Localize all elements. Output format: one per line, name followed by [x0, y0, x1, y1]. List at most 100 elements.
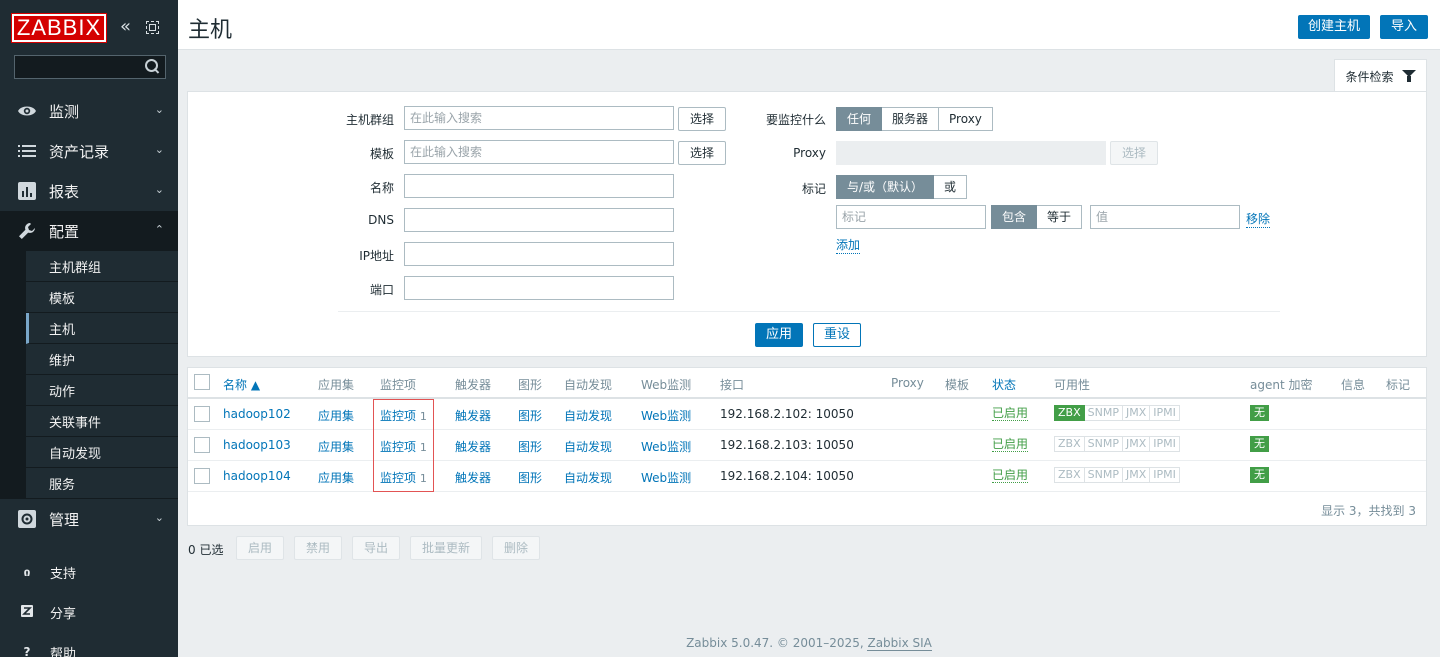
column-info: 信息	[1341, 378, 1366, 392]
submenu-item-services[interactable]: 服务	[26, 468, 178, 499]
column-templates: 模板	[945, 378, 970, 392]
tags-mode-or[interactable]: 或	[934, 175, 968, 199]
menu-item-support[interactable]: ი 支持	[0, 552, 178, 592]
web-link[interactable]: Web监测	[641, 407, 691, 424]
host-name-link[interactable]: hadoop102	[223, 407, 291, 421]
column-applications: 应用集	[318, 378, 355, 392]
collapse-sidebar-icon[interactable]: «	[120, 18, 131, 36]
configuration-submenu: 主机群组 模板 主机 维护 动作 关联事件 自动发现 服务	[0, 251, 178, 499]
host-group-input[interactable]	[404, 106, 674, 130]
mass-update-button[interactable]: 批量更新	[410, 536, 482, 560]
delete-button[interactable]: 删除	[492, 536, 540, 560]
import-button[interactable]: 导入	[1380, 15, 1428, 39]
remove-tag-link[interactable]: 移除	[1246, 210, 1271, 228]
items-cell: 监控项 1	[380, 407, 427, 424]
column-name[interactable]: 名称 ▲	[223, 376, 260, 393]
items-link[interactable]: 监控项	[380, 471, 416, 485]
filter-tab-label: 条件检索	[1345, 69, 1394, 84]
triggers-link[interactable]: 触发器	[455, 438, 491, 455]
dns-input[interactable]	[404, 208, 674, 232]
items-link[interactable]: 监控项	[380, 409, 416, 423]
host-name-link[interactable]: hadoop104	[223, 469, 291, 483]
graphs-link[interactable]: 图形	[518, 469, 542, 486]
status-toggle[interactable]: 已启用	[992, 407, 1029, 421]
footer-link[interactable]: Zabbix SIA	[867, 636, 932, 651]
monitored-by-server[interactable]: 服务器	[882, 107, 940, 131]
chevron-up-icon: ⌃	[154, 223, 164, 236]
submenu-item-event-correlation[interactable]: 关联事件	[26, 406, 178, 437]
menu-item-administration[interactable]: 管理 ⌄	[0, 499, 178, 539]
encryption-badge: 无	[1250, 467, 1269, 483]
items-link[interactable]: 监控项	[380, 440, 416, 454]
menu-item-share[interactable]: 分享	[0, 592, 178, 632]
menu-item-monitoring[interactable]: 监测 ⌄	[0, 91, 178, 131]
tag-operator-segmented: 包含 等于	[991, 205, 1083, 229]
zabbix-logo[interactable]: ZABBIX	[11, 13, 107, 43]
submenu-item-discovery[interactable]: 自动发现	[26, 437, 178, 468]
host-name-link[interactable]: hadoop103	[223, 438, 291, 452]
menu-item-reports[interactable]: 报表 ⌄	[0, 171, 178, 211]
tag-operator-equals[interactable]: 等于	[1037, 205, 1083, 229]
graphs-link[interactable]: 图形	[518, 407, 542, 424]
template-select-button[interactable]: 选择	[678, 141, 726, 165]
menu-item-help[interactable]: ? 帮助	[0, 632, 178, 657]
add-tag-link[interactable]: 添加	[836, 236, 861, 254]
web-link[interactable]: Web监测	[641, 469, 691, 486]
sidebar-search-input[interactable]	[15, 56, 139, 78]
name-input[interactable]	[404, 174, 674, 198]
menu-item-configuration[interactable]: 配置 ⌃	[0, 211, 178, 251]
proxy-label: Proxy	[793, 146, 826, 160]
discovery-link[interactable]: 自动发现	[564, 407, 612, 424]
status-toggle[interactable]: 已启用	[992, 438, 1029, 452]
page-header: 主机 创建主机 导入	[178, 0, 1440, 50]
host-group-select-button[interactable]: 选择	[678, 107, 726, 131]
column-status[interactable]: 状态	[992, 376, 1016, 393]
chevron-down-icon: ⌄	[154, 183, 164, 196]
tag-name-input[interactable]	[836, 205, 986, 229]
triggers-link[interactable]: 触发器	[455, 407, 491, 424]
filter-tab[interactable]: 条件检索	[1334, 59, 1427, 92]
tag-value-input[interactable]	[1090, 205, 1240, 229]
submenu-item-actions[interactable]: 动作	[26, 375, 178, 406]
tag-operator-contains[interactable]: 包含	[991, 205, 1038, 229]
triggers-link[interactable]: 触发器	[455, 469, 491, 486]
apply-button[interactable]: 应用	[755, 323, 803, 347]
tags-mode-and-or[interactable]: 与/或（默认）	[836, 175, 935, 199]
ip-input[interactable]	[404, 242, 674, 266]
submenu-item-templates[interactable]: 模板	[26, 282, 178, 313]
graphs-link[interactable]: 图形	[518, 438, 542, 455]
submenu-item-host-groups[interactable]: 主机群组	[26, 251, 178, 282]
enable-button[interactable]: 启用	[236, 536, 284, 560]
ipmi-badge: IPMI	[1150, 405, 1180, 421]
table-row: hadoop102 应用集 监控项 1 触发器 图形 自动发现 Web监测 19…	[188, 399, 1426, 430]
select-all-checkbox[interactable]	[194, 374, 210, 390]
kiosk-mode-icon[interactable]	[146, 21, 159, 34]
applications-link[interactable]: 应用集	[318, 407, 354, 424]
applications-link[interactable]: 应用集	[318, 469, 354, 486]
reset-button[interactable]: 重设	[813, 323, 861, 347]
row-checkbox[interactable]	[194, 468, 210, 484]
applications-link[interactable]: 应用集	[318, 438, 354, 455]
menu-item-inventory[interactable]: 资产记录 ⌄	[0, 131, 178, 171]
export-button[interactable]: 导出	[352, 536, 400, 560]
disable-button[interactable]: 禁用	[294, 536, 342, 560]
proxy-select-button[interactable]: 选择	[1110, 141, 1158, 165]
monitored-by-proxy[interactable]: Proxy	[939, 107, 993, 131]
search-icon[interactable]	[145, 59, 159, 73]
row-checkbox[interactable]	[194, 406, 210, 422]
create-host-button[interactable]: 创建主机	[1298, 15, 1370, 39]
template-input[interactable]	[404, 140, 674, 164]
table-header: 名称 ▲ 应用集 监控项 触发器 图形 自动发现 Web监测 接口 Proxy …	[188, 368, 1426, 399]
proxy-input[interactable]	[836, 141, 1106, 165]
submenu-item-maintenance[interactable]: 维护	[26, 344, 178, 375]
port-input[interactable]	[404, 276, 674, 300]
monitored-by-any[interactable]: 任何	[836, 107, 883, 131]
discovery-link[interactable]: 自动发现	[564, 438, 612, 455]
menu-item-label: 管理	[49, 510, 80, 529]
interface-value: 192.168.2.104: 10050	[720, 469, 854, 483]
web-link[interactable]: Web监测	[641, 438, 691, 455]
status-toggle[interactable]: 已启用	[992, 469, 1029, 483]
row-checkbox[interactable]	[194, 437, 210, 453]
submenu-item-hosts[interactable]: 主机	[26, 313, 178, 344]
discovery-link[interactable]: 自动发现	[564, 469, 612, 486]
